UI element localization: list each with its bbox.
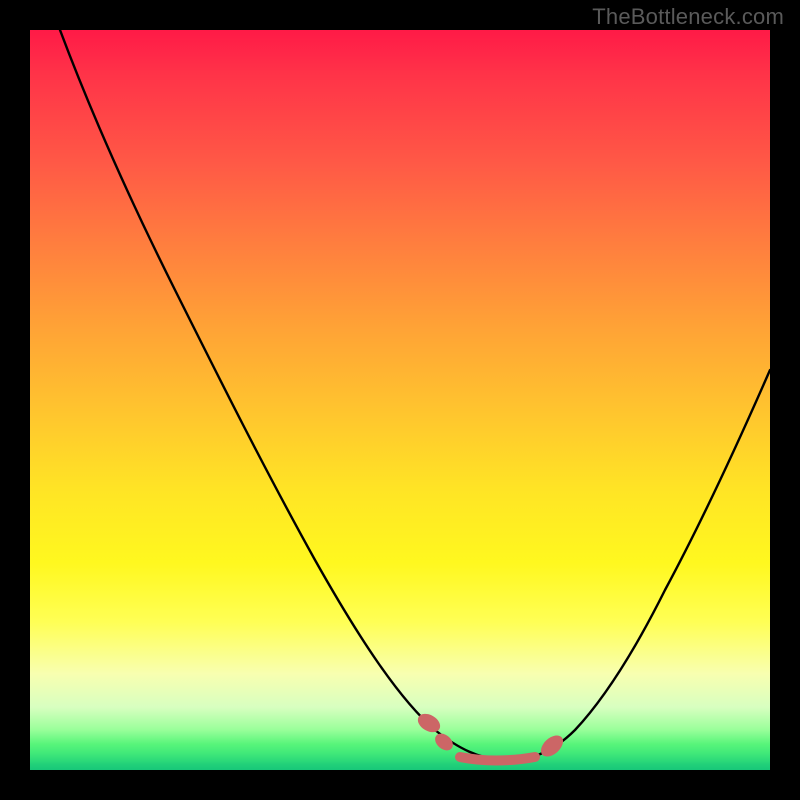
- chart-frame: TheBottleneck.com: [0, 0, 800, 800]
- watermark-label: TheBottleneck.com: [592, 4, 784, 30]
- curve-overlay: [30, 30, 770, 770]
- valley-marker-right: [537, 731, 567, 760]
- plot-area: [30, 30, 770, 770]
- bottleneck-curve: [60, 30, 770, 760]
- optimal-flat-region: [460, 757, 535, 761]
